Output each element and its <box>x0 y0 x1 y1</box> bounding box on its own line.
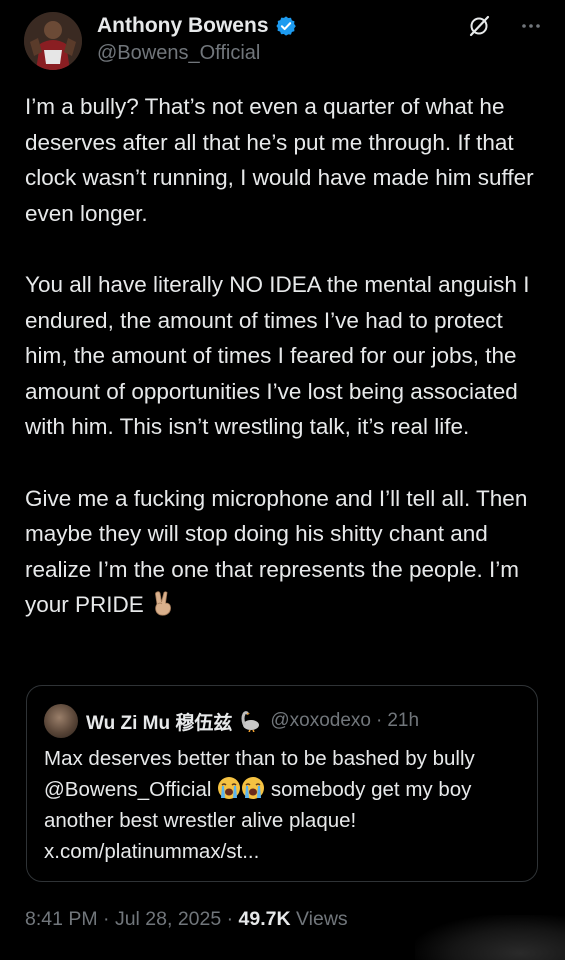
tweet-paragraph: I’m a bully? That’s not even a quarter o… <box>25 94 534 226</box>
tweet-timestamp[interactable]: 8:41 PM · Jul 28, 2025 <box>25 908 221 930</box>
meta-separator: · <box>226 908 234 930</box>
views-count[interactable]: 49.7K <box>239 908 291 930</box>
grok-icon[interactable] <box>467 14 491 38</box>
quoted-timestamp[interactable]: 21h <box>387 710 419 732</box>
author-display-name[interactable]: Anthony Bowens <box>97 14 269 38</box>
quoted-separator: · <box>375 710 383 731</box>
loudly-crying-face-emoji <box>242 777 265 799</box>
quoted-link[interactable]: x.com/platinummax/st... <box>44 840 259 863</box>
tweet-body: I’m a bully? That’s not even a quarter o… <box>25 89 545 623</box>
tweet-paragraph: Give me a fucking microphone and I’ll te… <box>25 481 545 623</box>
author-avatar[interactable] <box>24 12 82 70</box>
image-artifact <box>415 915 565 960</box>
quoted-author-handle[interactable]: @xoxodexo <box>270 710 371 732</box>
views-label: Views <box>296 908 348 930</box>
tweet-meta: 8:41 PM · Jul 28, 2025 · 49.7K Views <box>25 908 348 931</box>
tweet-paragraph-text: You all have literally NO IDEA the menta… <box>25 271 530 440</box>
verified-badge-icon <box>275 16 296 36</box>
loudly-crying-face-emoji <box>218 777 241 799</box>
quoted-tweet-card[interactable]: Wu Zi Mu 穆伍兹 @xoxodexo · 21h Max deserve… <box>26 685 538 882</box>
more-options-icon[interactable] <box>519 14 543 38</box>
quoted-tweet-text: Max deserves better than to be bashed by… <box>44 743 524 867</box>
tweet-paragraph-text: Give me a fucking microphone and I’ll te… <box>25 485 528 618</box>
tweet-header: Anthony Bowens @Bowens_Official <box>24 12 545 72</box>
quoted-author-name[interactable]: Wu Zi Mu 穆伍兹 <box>86 708 232 735</box>
tweet-paragraph: You all have literally NO IDEA the menta… <box>25 267 545 445</box>
goose-emoji <box>241 711 260 732</box>
victory-hand-emoji <box>154 591 171 616</box>
author-handle[interactable]: @Bowens_Official <box>97 42 297 65</box>
quoted-author-avatar[interactable] <box>44 704 78 738</box>
